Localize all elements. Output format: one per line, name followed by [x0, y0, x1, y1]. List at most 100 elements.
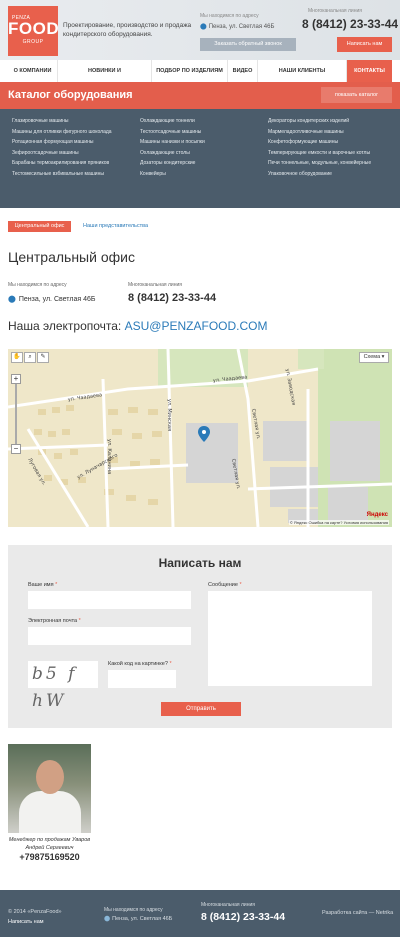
- phone-caption: Многоканальная линия: [308, 8, 362, 14]
- captcha-label: Какой код на картинке? *: [108, 661, 172, 667]
- office-address-text: Пенза, ул. Светлая 46Б: [18, 296, 96, 303]
- catalog-link[interactable]: Декораторы кондитерских изделий: [268, 116, 371, 127]
- footer-phone-caption: Многоканальная линия: [201, 902, 255, 908]
- captcha-input[interactable]: [108, 670, 176, 688]
- manager-body-shape: [19, 791, 81, 833]
- catalog-link[interactable]: Охлаждающие столы: [140, 148, 205, 159]
- map-layer-select[interactable]: Схема ▾: [359, 352, 389, 363]
- catalog-column-3: Декораторы кондитерских изделий Мармелад…: [268, 116, 371, 179]
- catalog-link[interactable]: Тестоотсадочные машины: [140, 127, 205, 138]
- submit-button[interactable]: Отправить: [161, 702, 241, 716]
- site-footer: © 2014 «PenzaFood» Написать нам Мы наход…: [0, 890, 400, 937]
- map-brand: Яндекс: [366, 512, 388, 518]
- hand-icon[interactable]: ✋: [11, 352, 23, 363]
- tab-central-office[interactable]: Центральный офис: [8, 221, 71, 232]
- manager-photo: [8, 744, 91, 833]
- footer-copyright: © 2014 «PenzaFood» Написать нам: [8, 907, 62, 927]
- nav-item-product-selection[interactable]: Подбор по изделиям: [152, 60, 228, 82]
- captcha-image: b5 f hW: [28, 661, 98, 711]
- tab-representatives[interactable]: Наши представительства: [83, 221, 148, 232]
- nav-item-about[interactable]: О компании: [8, 60, 58, 82]
- email-label: Электронная почта *: [28, 618, 81, 624]
- catalog-panel: Каталог оборудования показать каталог Гл…: [0, 82, 400, 208]
- copyright-text: © 2014 «PenzaFood»: [8, 909, 62, 915]
- catalog-column-2: Охлаждающие тоннели Тестоотсадочные маши…: [140, 116, 205, 179]
- catalog-header: Каталог оборудования показать каталог: [0, 82, 400, 109]
- catalog-link[interactable]: Тестомесильные взбивальные машины: [12, 169, 112, 180]
- catalog-link[interactable]: Зефироотсадочные машины: [12, 148, 112, 159]
- catalog-link[interactable]: Темперирующие емкости и варочные котлы: [268, 148, 371, 159]
- location-pin-icon: ⬤: [104, 916, 111, 922]
- map-copyright[interactable]: © Яндекс Ошибка на карте? Условия исполь…: [288, 520, 389, 525]
- catalog-link[interactable]: Дозаторы кондитерские: [140, 158, 205, 169]
- footer-address: ⬤ Пенза, ул. Светлая 46Б: [104, 916, 172, 922]
- contact-form: Написать нам Ваше имя * Электронная почт…: [8, 545, 392, 728]
- office-address: ⬤ Пенза, ул. Светлая 46Б: [8, 295, 95, 303]
- name-label: Ваше имя *: [28, 582, 57, 588]
- write-us-button[interactable]: Написать нам: [337, 37, 392, 52]
- email-line: Наша электропочта: ASU@PENZAFOOD.COM: [8, 319, 267, 333]
- name-input[interactable]: [28, 591, 191, 609]
- street-label: ул. Минская: [166, 399, 172, 431]
- address: ⬤ Пенза, ул. Светлая 46Б: [200, 23, 274, 30]
- location-pin-icon: ⬤: [8, 296, 16, 303]
- catalog-link[interactable]: Печи тоннельные, модульные, конвейерные: [268, 158, 371, 169]
- nav-item-contacts[interactable]: Контакты: [347, 60, 392, 82]
- office-address-caption: Мы находимся по адресу: [8, 282, 67, 288]
- catalog-link[interactable]: Упаковочное оборудование: [268, 169, 371, 180]
- phone-number[interactable]: 8 (8412) 23-33-44: [302, 17, 398, 31]
- office-phone[interactable]: 8 (8412) 23-33-44: [128, 292, 216, 304]
- zoom-in-button[interactable]: +: [11, 374, 21, 384]
- email-link[interactable]: ASU@PENZAFOOD.COM: [125, 319, 268, 333]
- email-input[interactable]: [28, 627, 191, 645]
- footer-write-link[interactable]: Написать нам: [8, 917, 62, 927]
- required-mark: *: [78, 618, 81, 624]
- catalog-link[interactable]: Мармеладоотливочные машины: [268, 127, 371, 138]
- map-toolbar: ✋ ⌕ ✎: [11, 352, 49, 363]
- catalog-link[interactable]: Охлаждающие тоннели: [140, 116, 205, 127]
- footer-address-text: Пенза, ул. Светлая 46Б: [112, 916, 173, 922]
- developer-link[interactable]: Разработка сайта — Netrika: [322, 910, 393, 916]
- catalog-link[interactable]: Глазировочные машины: [12, 116, 112, 127]
- catalog-link[interactable]: Машины для отливки фигурного шоколада: [12, 127, 112, 138]
- manager-caption: Менеджер по продажам Уваров Андрей Серге…: [8, 837, 91, 851]
- map-zoom-control: + −: [11, 374, 21, 454]
- catalog-link[interactable]: Машины нанизки и посыпки: [140, 137, 205, 148]
- logo[interactable]: PENZA FOOD GROUP: [8, 6, 60, 56]
- message-textarea[interactable]: [208, 591, 372, 686]
- map[interactable]: ул. Чаадаева ул. Чаадаева ул. Калинина С…: [8, 349, 392, 527]
- catalog-title: Каталог оборудования: [8, 89, 133, 101]
- email-label: Наша электропочта:: [8, 319, 122, 333]
- zoom-out-button[interactable]: −: [11, 444, 21, 454]
- logo-bottom-text: GROUP: [22, 39, 44, 45]
- zoom-slider[interactable]: [15, 384, 25, 444]
- ruler-icon[interactable]: ✎: [37, 352, 49, 363]
- page-title: Центральный офис: [8, 249, 135, 265]
- footer-phone[interactable]: 8 (8412) 23-33-44: [201, 911, 285, 923]
- manager-phone[interactable]: +79875169520: [8, 852, 91, 862]
- required-mark: *: [239, 582, 242, 588]
- nav-item-video[interactable]: Видео: [228, 60, 258, 82]
- message-label-text: Сообщение: [208, 582, 238, 588]
- show-catalog-button[interactable]: показать каталог: [321, 87, 392, 103]
- address-caption: Мы находимся по адресу: [200, 13, 259, 19]
- nav-item-news[interactable]: Новинки и спецпредложения: [58, 60, 152, 96]
- nav-item-clients[interactable]: Наши клиенты: [258, 60, 347, 82]
- footer-address-caption: Мы находимся по адресу: [104, 907, 163, 913]
- main-nav: О компании Новинки и спецпредложения Под…: [8, 60, 392, 96]
- address-text: Пенза, ул. Светлая 46Б: [208, 24, 275, 30]
- required-mark: *: [55, 582, 58, 588]
- catalog-link[interactable]: Конвейеры: [140, 169, 205, 180]
- manager-head-shape: [36, 760, 64, 794]
- catalog-link[interactable]: Барабаны термоакрилирования пряников: [12, 158, 112, 169]
- magnifier-icon[interactable]: ⌕: [24, 352, 36, 363]
- logo-main-text: FOOD: [8, 19, 60, 38]
- tagline: Проектирование, производство и продажа к…: [63, 22, 192, 38]
- name-label-text: Ваше имя: [28, 582, 54, 588]
- message-label: Сообщение *: [208, 582, 242, 588]
- catalog-link[interactable]: Конфетоформующие машины: [268, 137, 371, 148]
- callback-button[interactable]: Заказать обратный звонок: [200, 38, 296, 51]
- form-title: Написать нам: [158, 556, 242, 570]
- site-header: PENZA FOOD GROUP Проектирование, произво…: [0, 0, 400, 60]
- catalog-link[interactable]: Ротационная формующая машины: [12, 137, 112, 148]
